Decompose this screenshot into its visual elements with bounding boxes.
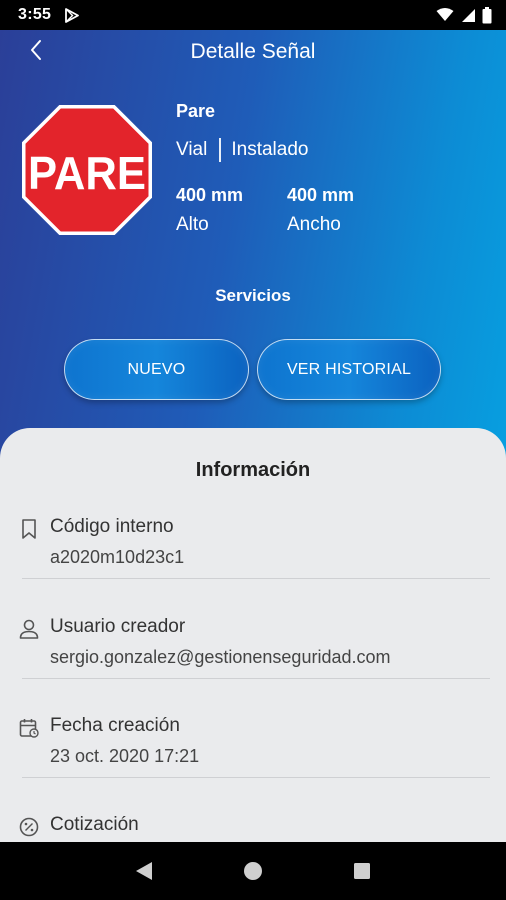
play-store-icon <box>65 7 80 23</box>
info-label: Cotización <box>50 814 139 835</box>
width-value: 400 mm <box>287 185 355 205</box>
battery-icon <box>482 6 492 23</box>
nav-recents-button[interactable] <box>342 851 382 891</box>
divider <box>22 678 490 679</box>
info-label: Fecha creación <box>50 715 180 736</box>
bookmark-icon <box>22 519 36 539</box>
detail-header: Detalle Señal PARE Pare Vial Instalado 4… <box>0 30 506 460</box>
status-bar: 3:55 <box>0 0 506 30</box>
services-title: Servicios <box>215 286 291 305</box>
nav-home-button[interactable] <box>233 851 273 891</box>
sign-name: Pare <box>176 101 216 121</box>
info-title: Información <box>195 459 311 481</box>
info-value: a2020m10d23c1 <box>50 547 185 567</box>
wifi-icon <box>436 8 454 21</box>
percent-icon <box>19 817 39 837</box>
sign-meta: Vial Instalado <box>176 138 308 162</box>
meta-divider <box>219 138 222 162</box>
nav-back-button[interactable] <box>124 851 164 891</box>
calendar-icon <box>19 719 39 738</box>
info-label: Código interno <box>50 516 174 537</box>
status-right <box>436 6 492 24</box>
recents-square-icon <box>353 863 370 879</box>
signal-icon <box>462 8 475 22</box>
info-sheet: Información Código interno a2020m10d23c1… <box>0 428 506 842</box>
stop-sign-image: PARE <box>22 105 152 235</box>
height-label: Alto <box>176 214 209 235</box>
info-label: Usuario creador <box>50 616 186 637</box>
back-triangle-icon <box>136 862 153 880</box>
user-icon <box>19 619 39 639</box>
status-time: 3:55 <box>18 6 52 23</box>
stop-sign-text: PARE <box>28 147 146 199</box>
sign-state: Instalado <box>231 139 309 160</box>
divider <box>22 777 490 778</box>
height-value: 400 mm <box>176 185 244 205</box>
app-screen: 3:55 Detalle Señal PARE Pare Vial Instal… <box>0 0 506 900</box>
width-label: Ancho <box>287 214 341 235</box>
info-value: 23 oct. 2020 17:21 <box>50 746 200 766</box>
sign-type: Vial <box>176 139 208 160</box>
system-nav-bar <box>0 842 506 900</box>
divider <box>22 578 490 579</box>
info-value: sergio.gonzalez@gestionenseguridad.com <box>50 647 391 667</box>
status-left: 3:55 <box>18 6 80 24</box>
view-history-button[interactable]: VER HISTORIAL <box>257 339 441 400</box>
new-service-button[interactable]: NUEVO <box>64 339 249 400</box>
home-circle-icon <box>243 862 262 880</box>
page-title: Detalle Señal <box>190 40 316 63</box>
